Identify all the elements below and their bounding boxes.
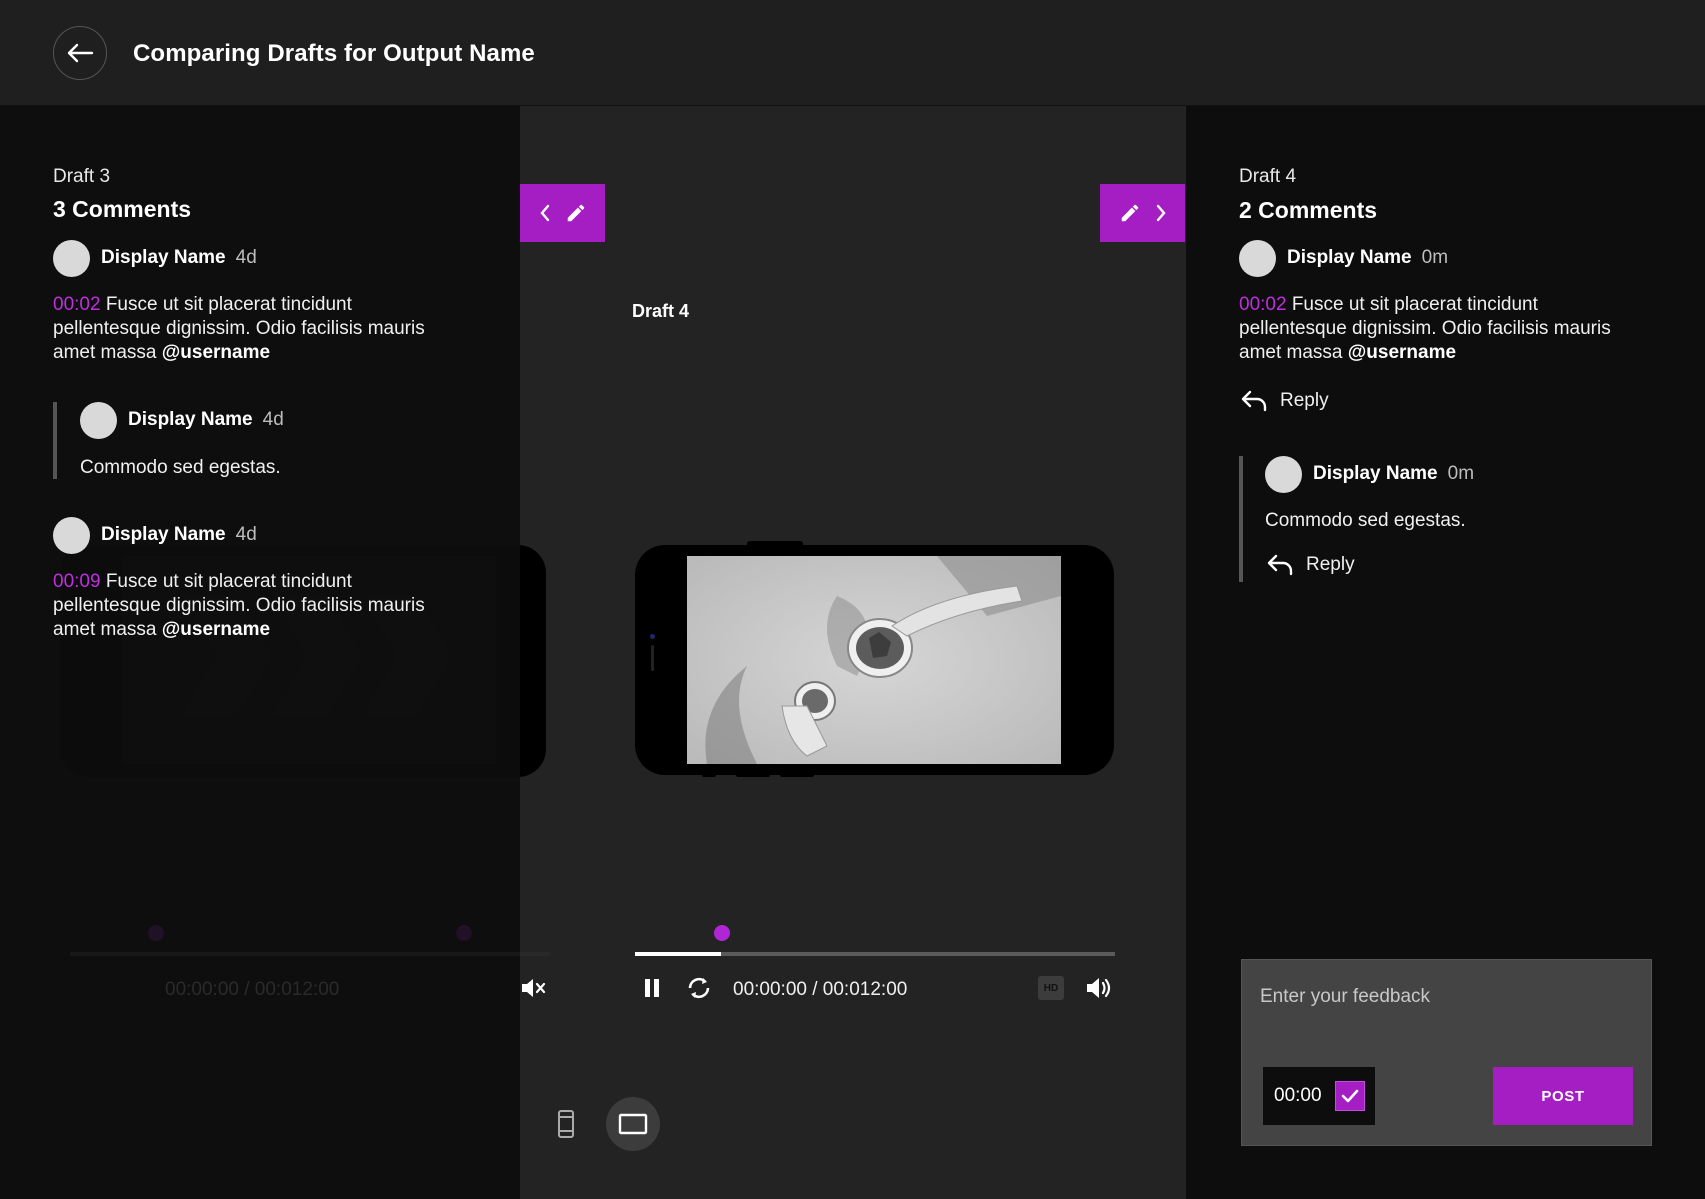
phone-side-button — [736, 772, 770, 777]
hd-toggle[interactable]: HD — [1038, 976, 1064, 1000]
progress-fill — [635, 952, 721, 956]
portrait-view-button[interactable] — [539, 1097, 593, 1151]
reply-button[interactable]: Reply — [1240, 389, 1329, 413]
phone-speaker — [651, 645, 654, 671]
ghost-comment-marker — [456, 925, 472, 941]
comment-author[interactable]: Display Name — [101, 247, 226, 269]
comment-time: 4d — [235, 247, 257, 268]
back-button[interactable] — [53, 26, 107, 80]
phone-portrait-icon — [558, 1110, 574, 1138]
comment-time: 4d — [262, 409, 284, 430]
reply-button[interactable]: Reply — [1266, 553, 1355, 577]
comment-header: Display Name 4d — [53, 516, 257, 554]
comment-author[interactable]: Display Name — [101, 524, 226, 546]
phone-side-button — [780, 772, 814, 777]
reply-label: Reply — [1280, 390, 1329, 411]
volume-button[interactable] — [1085, 975, 1113, 1001]
reply-icon — [1267, 554, 1293, 576]
comment-mention[interactable]: @username — [162, 619, 270, 640]
ghost-comment-marker — [148, 925, 164, 941]
feedback-input[interactable] — [1260, 986, 1630, 1008]
header: Comparing Drafts for Output Name — [0, 0, 1705, 106]
feedback-composer: 00:00 POST — [1241, 959, 1652, 1146]
video-screen[interactable] — [687, 556, 1061, 764]
right-draft-label: Draft 4 — [1239, 166, 1297, 187]
comment-header: Display Name 0m — [1239, 239, 1448, 277]
left-comment-count: 3 Comments — [53, 196, 192, 222]
reply-text: Commodo sed egestas. — [1265, 510, 1466, 531]
comment-author[interactable]: Display Name — [1287, 247, 1412, 269]
reply-text: Commodo sed egestas. — [80, 457, 281, 478]
video-frame-image — [687, 556, 1061, 764]
mute-icon — [522, 979, 546, 997]
comment-text: 00:09 Fusce ut sit placerat tincidunt pe… — [53, 570, 453, 642]
avatar[interactable] — [1265, 455, 1302, 493]
loop-icon — [688, 977, 710, 999]
pause-button[interactable] — [639, 975, 665, 1001]
phone-camera — [650, 634, 655, 639]
avatar[interactable] — [53, 516, 90, 554]
comment-mention[interactable]: @username — [1348, 342, 1456, 363]
landscape-icon — [618, 1113, 648, 1135]
reply-header: Display Name 0m — [1265, 455, 1474, 493]
timestamp-value: 00:00 — [1274, 1085, 1322, 1106]
reply-label: Reply — [1306, 554, 1355, 575]
volume-icon — [1087, 978, 1111, 998]
comment-marker[interactable] — [714, 925, 730, 941]
comment-author[interactable]: Display Name — [1313, 463, 1438, 485]
chevron-left-icon — [539, 204, 549, 222]
comment-text: 00:02 Fusce ut sit placerat tincidunt pe… — [1239, 293, 1639, 365]
pause-icon — [645, 979, 659, 997]
comment-time: 0m — [1447, 463, 1475, 484]
reply-header: Display Name 4d — [80, 401, 284, 439]
pencil-icon — [1121, 204, 1138, 222]
next-draft-edit-tab[interactable] — [1100, 184, 1185, 242]
reply-thread-bar — [1239, 456, 1243, 582]
comment-time: 0m — [1421, 247, 1449, 268]
comment-time: 4d — [235, 524, 257, 545]
reply-thread-bar — [53, 402, 57, 479]
phone-side-button — [702, 772, 716, 777]
comment-timestamp[interactable]: 00:02 — [53, 294, 101, 315]
avatar[interactable] — [80, 401, 117, 439]
loop-button[interactable] — [684, 973, 714, 1003]
reply-icon — [1241, 390, 1267, 412]
chevron-right-icon — [1156, 204, 1166, 222]
comment-author[interactable]: Display Name — [128, 409, 253, 431]
comment-timestamp[interactable]: 00:09 — [53, 571, 101, 592]
timestamp-field[interactable]: 00:00 — [1263, 1067, 1375, 1125]
page-title: Comparing Drafts for Output Name — [133, 40, 535, 67]
post-button[interactable]: POST — [1493, 1067, 1633, 1125]
comment-text: 00:02 Fusce ut sit placerat tincidunt pe… — [53, 293, 453, 365]
avatar[interactable] — [1239, 239, 1276, 277]
check-icon — [1341, 1089, 1359, 1103]
comment-mention[interactable]: @username — [162, 342, 270, 363]
center-draft-title: Draft 4 — [632, 301, 690, 321]
landscape-view-button[interactable] — [606, 1097, 660, 1151]
right-comment-count: 2 Comments — [1239, 197, 1378, 223]
mute-button[interactable] — [521, 977, 547, 999]
left-draft-label: Draft 3 — [53, 166, 111, 187]
time-readout: 00:00:00 / 00:012:00 — [733, 979, 908, 1000]
prev-draft-edit-tab[interactable] — [520, 184, 605, 242]
hd-label: HD — [1043, 982, 1059, 994]
arrow-left-icon — [67, 43, 94, 63]
ghost-progress-track — [70, 952, 550, 956]
pencil-icon — [567, 204, 584, 222]
timestamp-checkbox[interactable] — [1335, 1081, 1365, 1111]
comment-header: Display Name 4d — [53, 239, 257, 277]
avatar[interactable] — [53, 239, 90, 277]
comment-timestamp[interactable]: 00:02 — [1239, 294, 1287, 315]
ghost-time-readout: 00:00:00 / 00:012:00 — [165, 979, 340, 1000]
